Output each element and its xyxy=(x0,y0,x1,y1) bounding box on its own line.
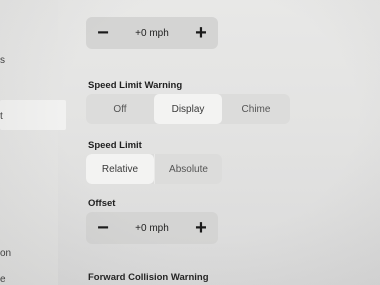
offset-plus-button[interactable]: + xyxy=(192,218,210,238)
speed-limit-warning-title: Speed Limit Warning xyxy=(88,80,183,91)
sidebar-item-2[interactable]: on xyxy=(0,248,11,259)
offset-minus-button[interactable]: − xyxy=(94,218,112,238)
top-stepper-plus-button[interactable]: + xyxy=(192,23,210,43)
speed-limit-option-absolute[interactable]: Absolute xyxy=(154,154,222,184)
settings-screen: s t on e − +0 mph + Speed Limit Warning … xyxy=(0,0,380,285)
forward-collision-warning-title: Forward Collision Warning xyxy=(88,272,209,283)
settings-sidebar: s t on e xyxy=(0,0,66,285)
offset-value: +0 mph xyxy=(135,222,169,234)
speed-limit-warning-option-off[interactable]: Off xyxy=(86,94,154,124)
top-speed-offset-stepper: − +0 mph + xyxy=(86,17,218,49)
top-stepper-minus-button[interactable]: − xyxy=(94,23,112,43)
offset-title: Offset xyxy=(88,198,116,209)
sidebar-selected-highlight xyxy=(0,100,66,130)
speed-limit-warning-option-chime[interactable]: Chime xyxy=(222,94,290,124)
top-stepper-value: +0 mph xyxy=(135,27,169,39)
offset-stepper: − +0 mph + xyxy=(86,212,218,244)
speed-limit-warning-option-display[interactable]: Display xyxy=(154,94,222,124)
speed-limit-option-relative[interactable]: Relative xyxy=(86,154,154,184)
speed-limit-title: Speed Limit xyxy=(88,140,142,151)
speed-limit-selector: Relative Absolute xyxy=(86,154,222,184)
sidebar-item-3[interactable]: e xyxy=(0,274,6,285)
speed-limit-warning-selector: Off Display Chime xyxy=(86,94,290,124)
sidebar-item-1[interactable]: t xyxy=(0,111,3,122)
sidebar-item-0[interactable]: s xyxy=(0,55,5,66)
